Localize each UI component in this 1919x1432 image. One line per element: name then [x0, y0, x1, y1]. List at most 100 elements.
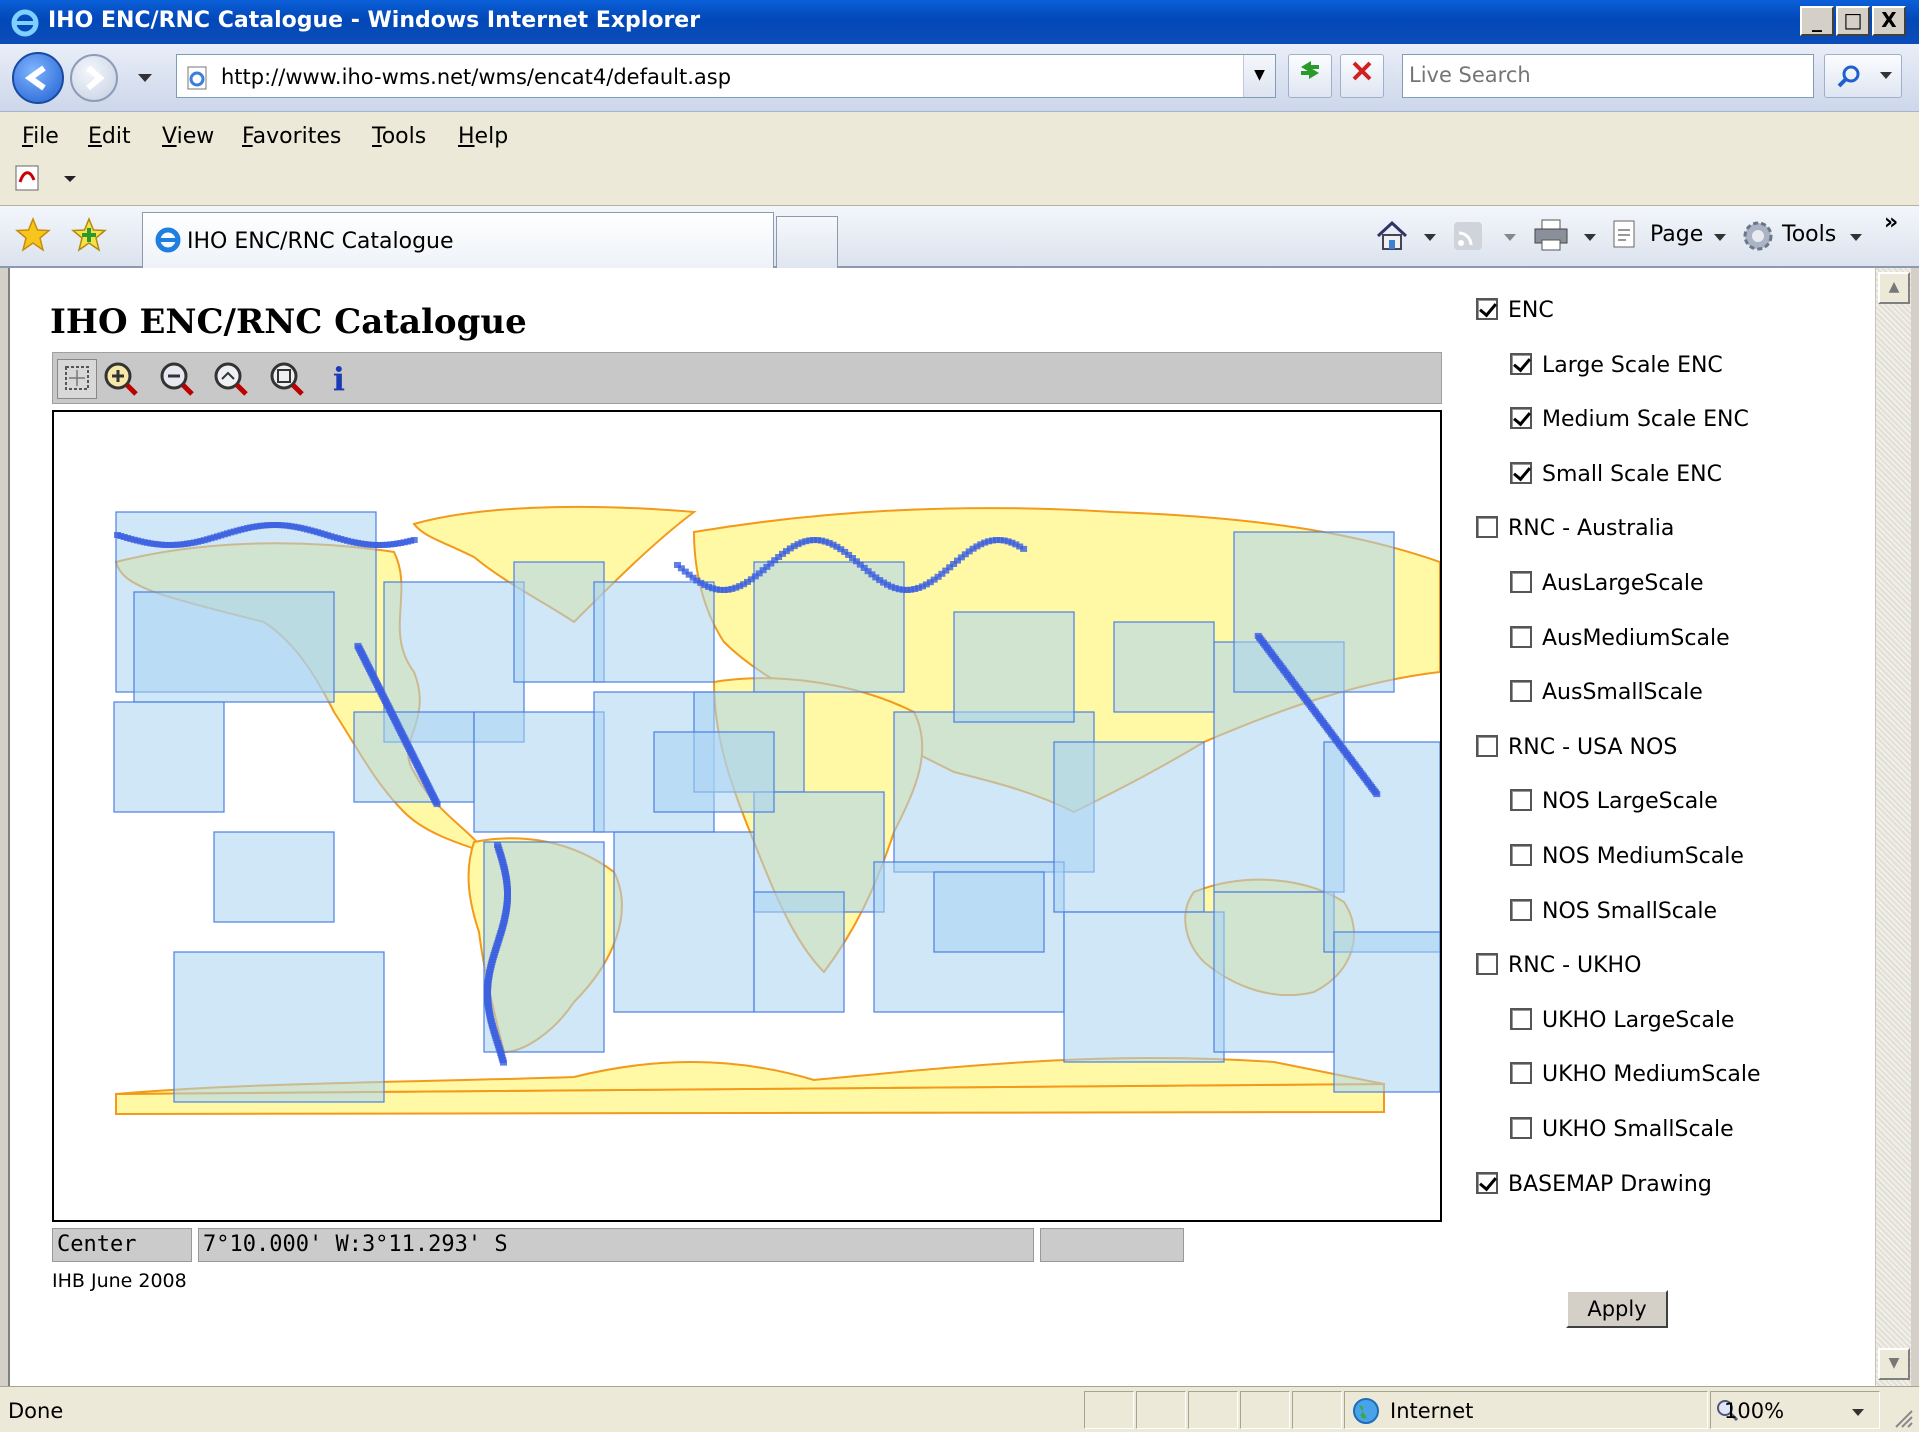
layer-option[interactable]: NOS SmallScale [1510, 897, 1717, 927]
layer-label: UKHO SmallScale [1542, 1117, 1734, 1142]
home-dropdown-icon[interactable] [1424, 234, 1436, 242]
menu-edit[interactable]: Edit [88, 124, 131, 149]
menu-file[interactable]: File [22, 124, 59, 149]
toolbar-overflow-chevron[interactable]: » [1884, 210, 1898, 235]
search-input[interactable] [1403, 55, 1803, 95]
zoom-dropdown-icon[interactable] [1852, 1409, 1864, 1417]
layer-checkbox[interactable] [1510, 1062, 1532, 1085]
add-favorites-icon[interactable] [70, 216, 108, 254]
layer-checkbox[interactable] [1510, 625, 1532, 648]
layer-option[interactable]: UKHO LargeScale [1510, 1006, 1734, 1036]
layer-checkbox[interactable] [1510, 789, 1532, 812]
tools-dropdown-icon[interactable] [1850, 234, 1862, 242]
history-dropdown-icon[interactable] [136, 72, 154, 84]
home-icon[interactable] [1374, 218, 1410, 254]
layer-option[interactable]: UKHO MediumScale [1510, 1060, 1761, 1090]
coverage-map[interactable] [52, 410, 1442, 1222]
print-icon[interactable] [1532, 218, 1570, 252]
layer-checkbox[interactable] [1510, 898, 1532, 921]
menu-view[interactable]: View [162, 124, 214, 149]
layer-option[interactable]: RNC - USA NOS [1476, 733, 1677, 763]
coordinate-label: Center [52, 1228, 192, 1262]
layer-option[interactable]: AusMediumScale [1510, 624, 1730, 654]
layer-checkbox[interactable] [1510, 1007, 1532, 1030]
tab-iho-catalogue[interactable]: IHO ENC/RNC Catalogue [142, 212, 774, 268]
search-options-icon[interactable] [1879, 71, 1893, 81]
layer-checkbox[interactable] [1510, 352, 1532, 375]
scroll-down-button[interactable]: ▼ [1878, 1348, 1910, 1380]
page-dropdown-icon[interactable] [1714, 234, 1726, 242]
forward-button[interactable] [70, 54, 118, 102]
layer-checkbox[interactable] [1476, 298, 1498, 320]
search-button[interactable] [1824, 54, 1902, 98]
pdf-convert-icon[interactable] [12, 162, 78, 196]
print-dropdown-icon[interactable] [1584, 234, 1596, 242]
zoom-previous-tool[interactable] [211, 359, 251, 399]
world-coverage-map[interactable] [54, 412, 1440, 1220]
layer-checkbox[interactable] [1476, 953, 1498, 976]
apply-button[interactable]: Apply [1566, 1290, 1668, 1328]
layer-checkbox[interactable] [1510, 407, 1532, 430]
minimize-button[interactable]: _ [1800, 6, 1834, 36]
layer-option[interactable]: AusLargeScale [1510, 569, 1704, 599]
layer-option[interactable]: NOS LargeScale [1510, 787, 1718, 817]
scroll-up-button[interactable]: ▲ [1878, 272, 1910, 304]
menu-tools[interactable]: Tools [372, 124, 426, 149]
layer-checkbox[interactable] [1510, 461, 1532, 484]
search-box[interactable] [1402, 54, 1814, 98]
stop-button[interactable] [1340, 54, 1384, 98]
layer-option[interactable]: ENC [1476, 296, 1554, 326]
zoom-full-extent-tool[interactable] [267, 359, 307, 399]
select-box-tool[interactable] [57, 359, 97, 399]
feeds-icon[interactable] [1452, 220, 1484, 252]
layer-option[interactable]: Small Scale ENC [1510, 460, 1722, 490]
layer-option[interactable]: RNC - UKHO [1476, 951, 1641, 981]
layer-option[interactable]: UKHO SmallScale [1510, 1115, 1734, 1145]
page-menu-icon[interactable] [1610, 218, 1642, 252]
page-menu-button[interactable]: Page [1650, 222, 1703, 247]
enc-coverage-layer [113, 511, 1440, 1103]
page-content: IHO ENC/RNC Catalogue i Center 7°10.000'… [8, 268, 1875, 1386]
layer-label: NOS LargeScale [1542, 789, 1718, 815]
address-dropdown-button[interactable]: ▼ [1243, 55, 1275, 97]
map-toolbar: i [52, 352, 1442, 404]
new-tab-button[interactable] [776, 216, 838, 268]
status-cell [1136, 1391, 1186, 1429]
internet-explorer-icon [155, 227, 181, 253]
layer-option[interactable]: RNC - Australia [1476, 514, 1674, 544]
layer-option[interactable]: AusSmallScale [1510, 678, 1703, 708]
layer-option[interactable]: Medium Scale ENC [1510, 405, 1749, 435]
layer-option[interactable]: Large Scale ENC [1510, 351, 1723, 381]
tab-bar: IHO ENC/RNC Catalogue Page Tools » [0, 206, 1919, 268]
zoom-in-tool[interactable] [101, 359, 141, 399]
layer-checkbox[interactable] [1476, 516, 1498, 539]
security-zone-label: Internet [1390, 1399, 1474, 1423]
menu-favorites[interactable]: Favorites [242, 124, 341, 149]
tools-gear-icon[interactable] [1740, 218, 1776, 254]
coverage-cell [933, 871, 1045, 953]
layer-checkbox[interactable] [1510, 680, 1532, 703]
tools-menu-button[interactable]: Tools [1782, 222, 1836, 247]
zoom-out-tool[interactable] [157, 359, 197, 399]
layer-checkbox[interactable] [1476, 734, 1498, 757]
menu-help[interactable]: Help [458, 124, 508, 149]
feeds-dropdown-icon[interactable] [1504, 234, 1516, 242]
coverage-cell [953, 611, 1075, 723]
info-tool[interactable]: i [319, 359, 359, 399]
address-bar[interactable]: http://www.iho-wms.net/wms/encat4/defaul… [176, 54, 1276, 98]
layer-checkbox[interactable] [1476, 1171, 1498, 1194]
back-button[interactable] [12, 52, 64, 104]
close-window-button[interactable]: X [1872, 6, 1906, 36]
vertical-scrollbar[interactable]: ▲ ▼ [1875, 268, 1911, 1386]
layer-checkbox[interactable] [1510, 1117, 1532, 1139]
layer-checkbox[interactable] [1510, 571, 1532, 593]
layer-option[interactable]: NOS MediumScale [1510, 842, 1744, 872]
refresh-button[interactable] [1288, 54, 1332, 98]
layer-option[interactable]: BASEMAP Drawing [1476, 1170, 1712, 1200]
favorites-center-star-icon[interactable] [14, 216, 52, 254]
resize-grip-icon[interactable] [1890, 1405, 1914, 1429]
footer-note: IHB June 2008 [52, 1270, 187, 1292]
maximize-button[interactable]: □ [1836, 6, 1870, 36]
layer-checkbox[interactable] [1510, 844, 1532, 866]
url-text[interactable]: http://www.iho-wms.net/wms/encat4/defaul… [221, 65, 731, 89]
